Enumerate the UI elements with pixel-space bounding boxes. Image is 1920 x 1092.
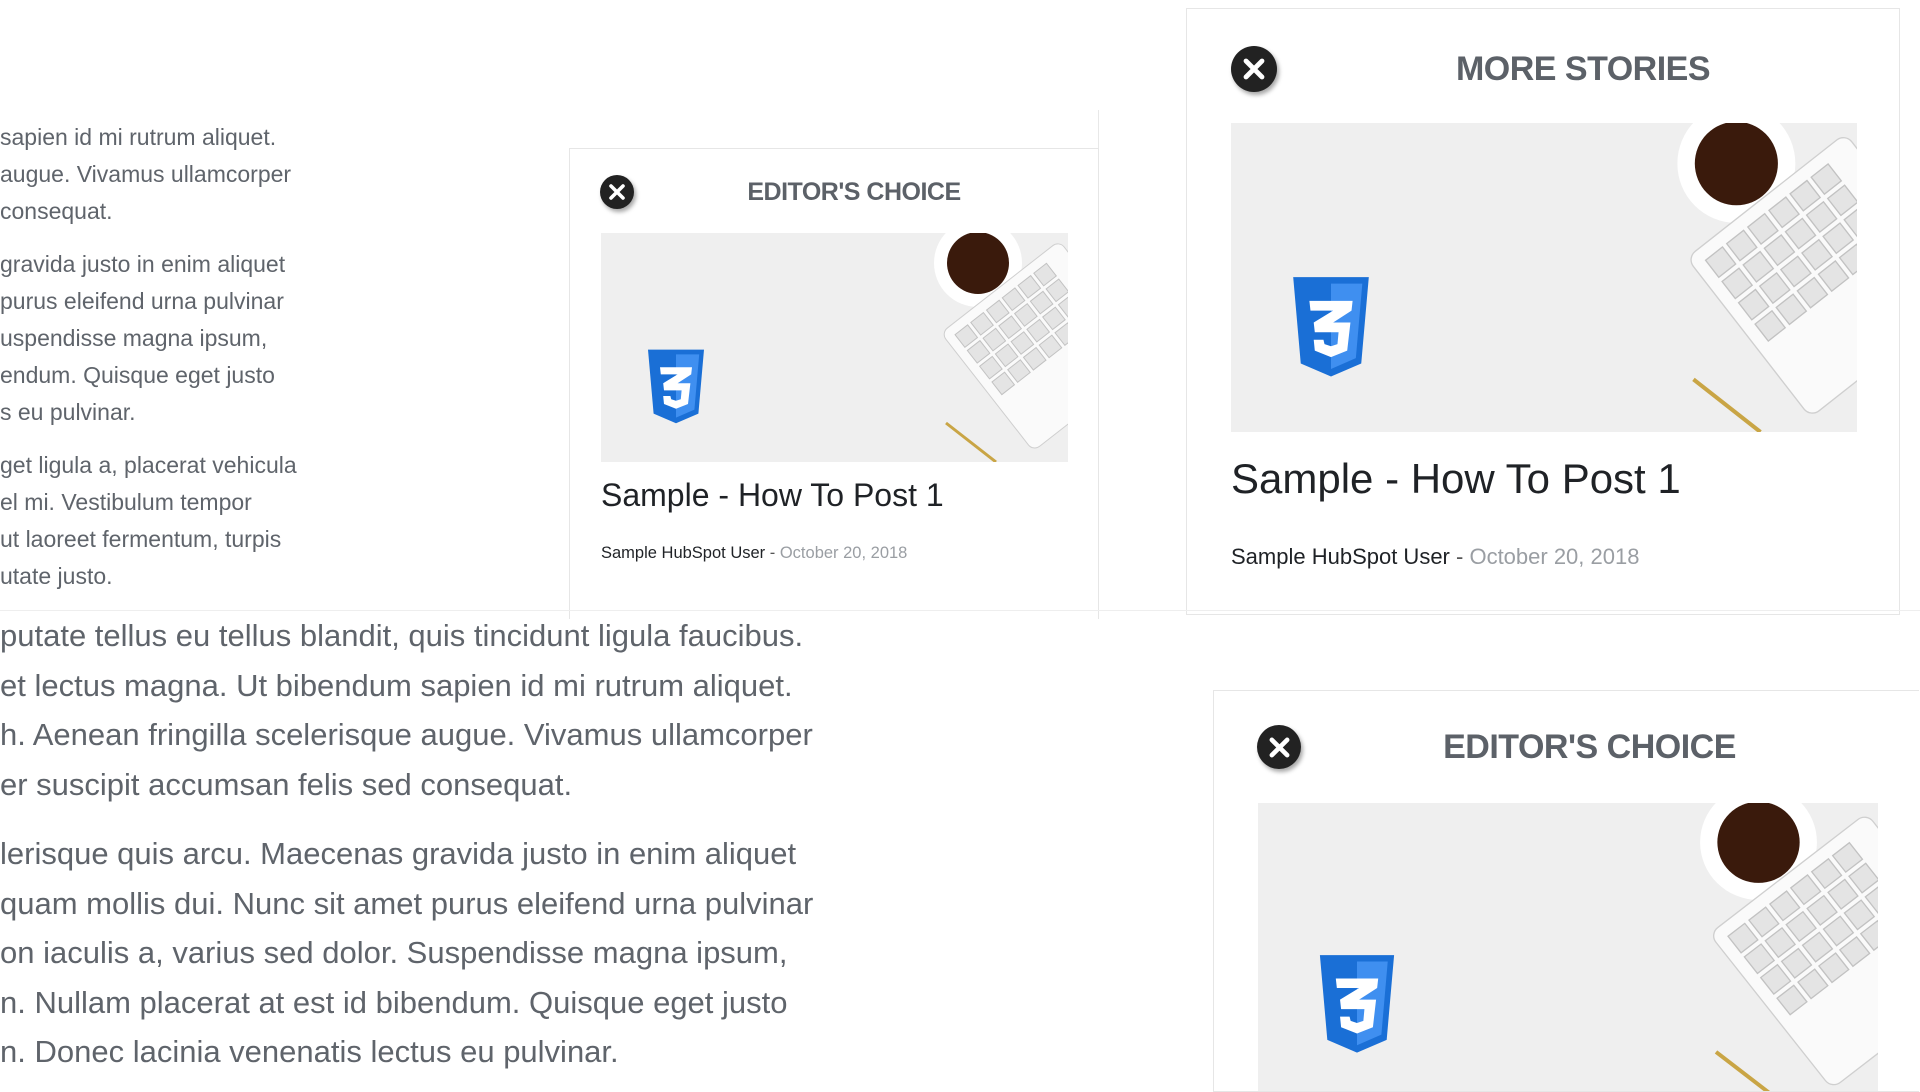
text-line: utate justo. — [0, 563, 113, 589]
text-line: gravida justo in enim aliquet — [0, 251, 286, 277]
post-thumbnail[interactable] — [1258, 803, 1878, 1091]
text-line: h. Aenean fringilla scelerisque augue. V… — [0, 717, 813, 752]
post-thumbnail[interactable] — [1231, 123, 1857, 432]
article-excerpt-large: putate tellus eu tellus blandit, quis ti… — [0, 611, 1200, 1080]
text-line: s eu pulvinar. — [0, 399, 136, 425]
css3-logo-icon — [648, 349, 704, 424]
card-heading: MORE STORIES — [1455, 49, 1711, 88]
text-line: on iaculis a, varius sed dolor. Suspendi… — [0, 935, 788, 970]
post-thumbnail[interactable] — [601, 233, 1068, 462]
text-line: endum. Quisque eget justo — [0, 362, 275, 388]
text-line: purus eleifend urna pulvinar — [0, 288, 284, 314]
article-excerpt-small: sapien id mi rutrum aliquet. augue. Viva… — [0, 90, 560, 602]
article-body-small: sapien id mi rutrum aliquet. augue. Viva… — [0, 119, 297, 595]
text-line: lerisque quis arcu. Maecenas gravida jus… — [0, 836, 797, 871]
article-body-large: putate tellus eu tellus blandit, quis ti… — [0, 611, 813, 1077]
meta-separator: - — [765, 544, 780, 562]
paragraph: lerisque quis arcu. Maecenas gravida jus… — [0, 829, 813, 1077]
text-line: putate tellus eu tellus blandit, quis ti… — [0, 618, 804, 653]
text-line: ut laoreet fermentum, turpis — [0, 526, 282, 552]
text-line: er suscipit accumsan felis sed consequat… — [0, 766, 573, 802]
post-date: October 20, 2018 — [1469, 544, 1640, 569]
post-meta: Sample HubSpot User - October 20, 2018 — [601, 544, 907, 563]
meta-separator: - — [1449, 544, 1470, 569]
text-line: uspendisse magna ipsum, — [0, 325, 268, 351]
post-title-link[interactable]: Sample - How To Post 1 — [1231, 455, 1681, 503]
paragraph: get ligula a, placerat vehicula el mi. V… — [0, 447, 297, 595]
more-stories-card: MORE STORIES Sample - How To Post 1 Samp… — [1186, 8, 1900, 615]
paragraph: putate tellus eu tellus blandit, quis ti… — [0, 611, 813, 809]
text-line: et lectus magna. Ut bibendum sapien id m… — [0, 667, 793, 703]
text-line: el mi. Vestibulum tempor — [0, 489, 252, 515]
post-author[interactable]: Sample HubSpot User — [601, 544, 765, 562]
css3-logo-icon — [1319, 955, 1395, 1053]
post-author[interactable]: Sample HubSpot User — [1231, 544, 1450, 569]
card-heading: EDITOR'S CHOICE — [747, 177, 961, 206]
post-meta: Sample HubSpot User - October 20, 2018 — [1231, 544, 1639, 570]
post-date: October 20, 2018 — [779, 544, 908, 562]
editors-choice-card-small: EDITOR'S CHOICE Sample - How To Post 1 S… — [569, 148, 1099, 619]
text-line: get ligula a, placerat vehicula — [0, 452, 297, 478]
text-line: quam mollis dui. Nunc sit amet purus ele… — [0, 885, 814, 921]
text-line: augue. Vivamus ullamcorper — [0, 161, 292, 187]
text-line: sapien id mi rutrum aliquet. — [0, 124, 277, 150]
css3-logo-icon — [1293, 277, 1369, 377]
text-line: consequat. — [0, 198, 113, 224]
text-line: n. Nullam placerat at est id bibendum. Q… — [0, 984, 788, 1020]
editors-choice-card-large: EDITOR'S CHOICE — [1213, 690, 1919, 1092]
paragraph: sapien id mi rutrum aliquet. augue. Viva… — [0, 119, 297, 230]
paragraph: gravida justo in enim aliquet purus elei… — [0, 246, 297, 431]
text-line: n. Donec lacinia venenatis lectus eu pul… — [0, 1034, 619, 1069]
card-heading: EDITOR'S CHOICE — [1443, 727, 1736, 766]
post-title-link[interactable]: Sample - How To Post 1 — [601, 477, 944, 514]
